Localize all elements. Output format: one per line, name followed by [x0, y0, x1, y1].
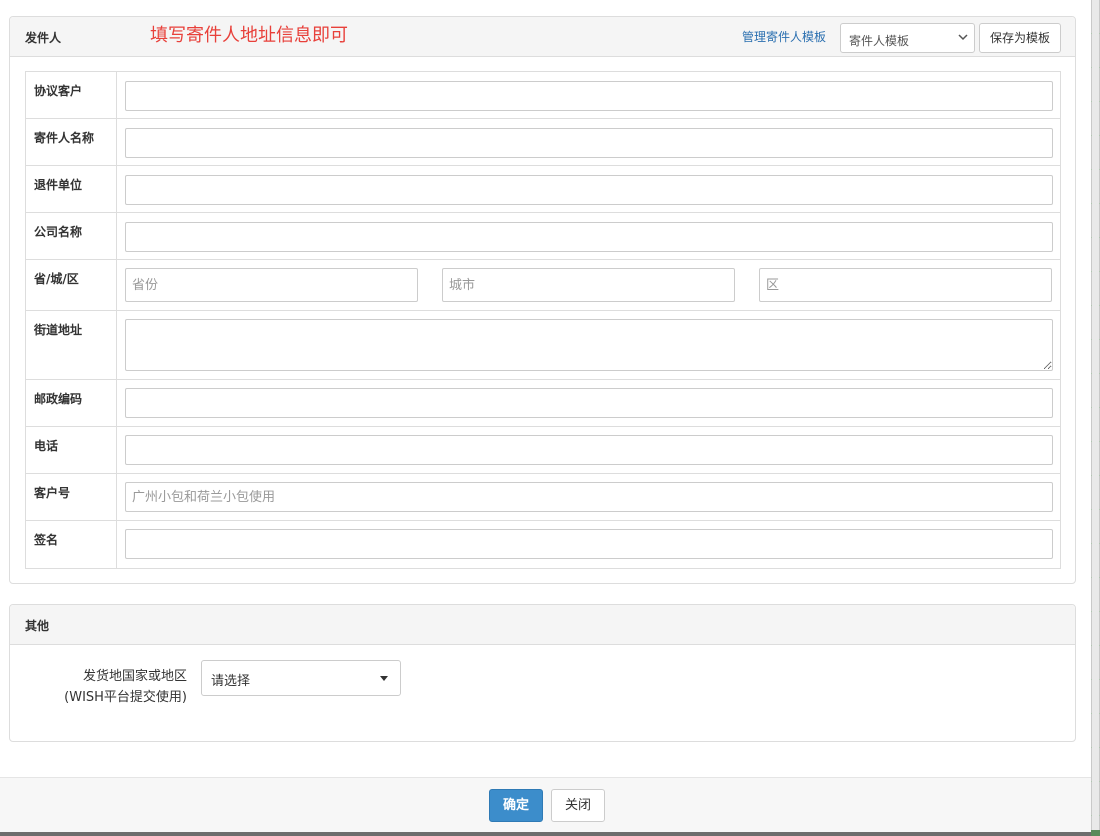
caret-down-icon: [380, 676, 388, 681]
scrollbar-thumb[interactable]: [1092, 0, 1099, 836]
form-row-agreement-customer: 协议客户: [26, 72, 1060, 119]
customer-no-label: 客户号: [34, 486, 71, 500]
other-panel: 其他 发货地国家或地区 (WISH平台提交使用) 请选择: [9, 604, 1076, 742]
sender-hint-text: 填写寄件人地址信息即可: [150, 25, 348, 46]
sender-template-select-value: 寄件人模板: [849, 34, 910, 48]
modal-footer: 确定 关闭: [0, 777, 1091, 832]
scrollbar[interactable]: [1091, 0, 1100, 836]
form-row-customer-no: 客户号: [26, 474, 1060, 521]
district-input[interactable]: [759, 268, 1052, 302]
sender-panel: 发件人 填写寄件人地址信息即可 管理寄件人模板 寄件人模板 保存为模板 协议客户…: [9, 16, 1076, 584]
backdrop-edge: [0, 832, 1091, 836]
confirm-button[interactable]: 确定: [489, 789, 543, 822]
form-row-region: 省/城/区: [26, 260, 1060, 311]
form-row-phone: 电话: [26, 427, 1060, 474]
form-row-street: 街道地址: [26, 311, 1060, 380]
province-input[interactable]: [125, 268, 418, 302]
signature-label: 签名: [34, 533, 59, 547]
country-label-line1: 发货地国家或地区: [82, 669, 187, 684]
city-input[interactable]: [442, 268, 735, 302]
sender-panel-title: 发件人: [25, 31, 62, 45]
form-row-postcode: 邮政编码: [26, 380, 1060, 427]
manage-sender-template-link[interactable]: 管理寄件人模板: [742, 28, 826, 45]
sender-template-select[interactable]: 寄件人模板: [840, 23, 975, 53]
close-button[interactable]: 关闭: [551, 789, 605, 822]
other-panel-title: 其他: [25, 619, 50, 633]
region-label: 省/城/区: [34, 272, 79, 286]
agreement-customer-label: 协议客户: [34, 84, 83, 98]
sender-name-label: 寄件人名称: [34, 131, 95, 145]
company-name-label: 公司名称: [34, 225, 83, 239]
postcode-label: 邮政编码: [34, 392, 83, 406]
sender-form-table: 协议客户 寄件人名称 退件单位 公司名称 省/城/区 街道地址: [25, 71, 1061, 569]
phone-label: 电话: [34, 439, 59, 453]
country-label-line2: (WISH平台提交使用): [64, 690, 187, 705]
modal-dialog: { "sender_panel": { "title": "发件人", "hin…: [0, 0, 1100, 836]
return-unit-label: 退件单位: [34, 178, 83, 192]
ship-from-country-select[interactable]: 请选择: [201, 660, 401, 696]
company-name-input[interactable]: [125, 222, 1053, 252]
form-row-sender-name: 寄件人名称: [26, 119, 1060, 166]
phone-input[interactable]: [125, 435, 1053, 465]
sender-panel-heading: 发件人 填写寄件人地址信息即可 管理寄件人模板 寄件人模板 保存为模板: [10, 17, 1075, 57]
postcode-input[interactable]: [125, 388, 1053, 418]
form-row-return-unit: 退件单位: [26, 166, 1060, 213]
customer-no-input[interactable]: [125, 482, 1053, 512]
chevron-down-icon: [958, 34, 968, 41]
form-row-company-name: 公司名称: [26, 213, 1060, 260]
street-address-textarea[interactable]: [125, 319, 1053, 371]
agreement-customer-input[interactable]: [125, 81, 1053, 111]
signature-input[interactable]: [125, 529, 1053, 559]
sender-name-input[interactable]: [125, 128, 1053, 158]
return-unit-input[interactable]: [125, 175, 1053, 205]
form-row-signature: 签名: [26, 521, 1060, 568]
street-label: 街道地址: [34, 323, 83, 337]
country-select-value: 请选择: [211, 674, 251, 689]
save-as-template-button[interactable]: 保存为模板: [979, 23, 1061, 53]
other-panel-heading: 其他: [10, 605, 1075, 645]
